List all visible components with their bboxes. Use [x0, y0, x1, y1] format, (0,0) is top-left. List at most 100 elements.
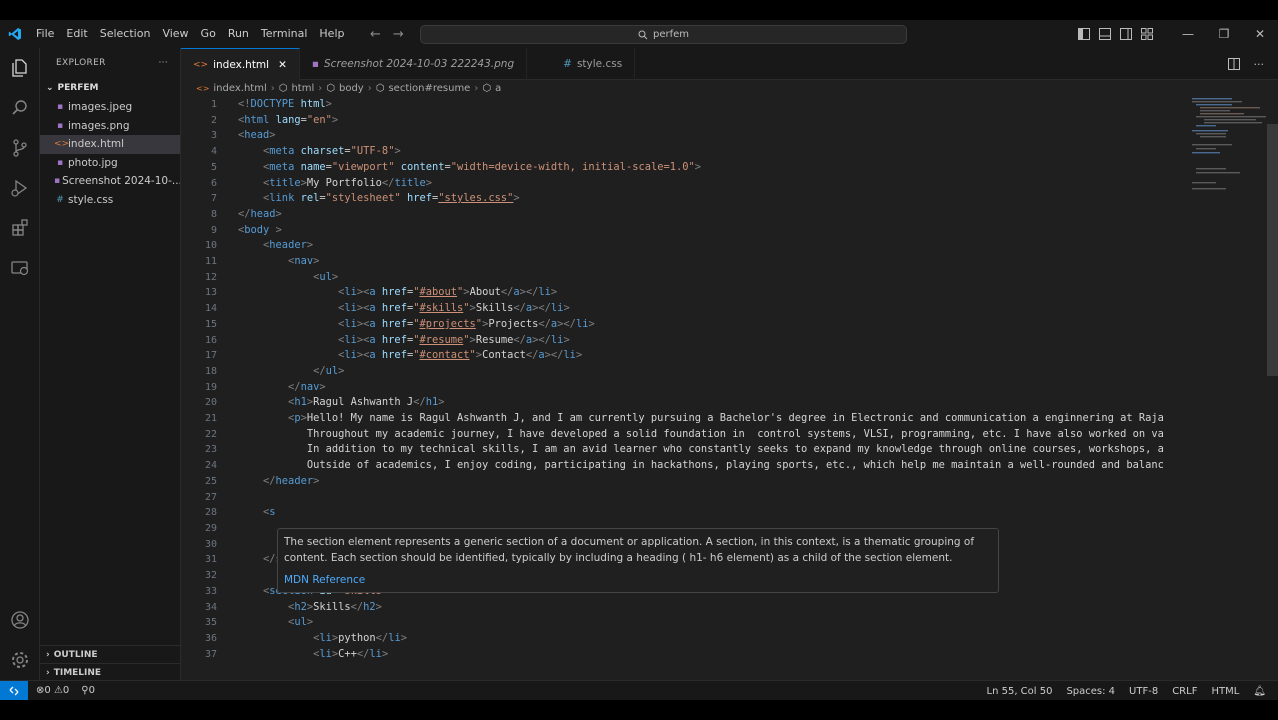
source-control-icon[interactable] — [8, 136, 32, 160]
minimap[interactable] — [1186, 96, 1266, 680]
line-number: 27 — [204, 491, 217, 503]
line-number: 31 — [204, 554, 217, 566]
toggle-secondary-sidebar-icon[interactable] — [1120, 28, 1132, 40]
breadcrumb-item[interactable]: a — [495, 83, 501, 94]
split-editor-icon[interactable] — [1227, 58, 1240, 70]
explorer-files-icon[interactable] — [8, 56, 32, 80]
chevron-right-icon: › — [270, 82, 275, 94]
chevron-right-icon: › — [46, 667, 50, 678]
line-number: 23 — [204, 444, 217, 456]
problems-indicator[interactable]: ⊗0 ⚠0 — [36, 685, 69, 696]
menu-file[interactable]: File — [30, 20, 60, 48]
file-label: photo.jpg — [68, 156, 118, 169]
line-number: 8 — [210, 208, 217, 220]
explorer-title: EXPLORER — [56, 58, 106, 68]
tab-label: Screenshot 2024-10-03 222243.png — [324, 58, 515, 70]
explorer-sidebar: EXPLORER ··· ⌄ PERFEM ▪ images.jpeg ▪ imag… — [40, 48, 181, 680]
back-arrow-icon[interactable]: ← — [370, 27, 381, 42]
close-window-icon[interactable]: ✕ — [1242, 27, 1278, 41]
status-right: Ln 55, Col 50 Spaces: 4 UTF-8 CRLF HTML … — [987, 681, 1267, 700]
menu-selection[interactable]: Selection — [94, 20, 157, 48]
outline-label: OUTLINE — [53, 649, 98, 660]
customize-layout-icon[interactable] — [1141, 28, 1153, 40]
settings-gear-icon[interactable] — [8, 648, 32, 672]
vscode-logo-icon — [0, 20, 30, 48]
line-number: 21 — [204, 413, 217, 425]
vertical-scrollbar[interactable] — [1267, 96, 1278, 680]
folder-perfem[interactable]: ⌄ PERFEM — [40, 78, 180, 98]
menu-run[interactable]: Run — [222, 20, 255, 48]
line-number: 13 — [204, 287, 217, 299]
breadcrumb-item[interactable]: index.html — [213, 83, 266, 94]
tab-index-html[interactable]: <> index.html ✕ — [181, 48, 300, 80]
line-number: 22 — [204, 428, 217, 440]
timeline-section[interactable]: › TIMELINE — [40, 663, 181, 681]
end-of-line[interactable]: CRLF — [1172, 686, 1197, 697]
menu-edit[interactable]: Edit — [60, 20, 93, 48]
code-editor[interactable]: 1 2 3 4 5 6 7 8 9 10 11 12 13 14 15 16 17 18 19 20 21 22 23 24 2… — [181, 96, 1186, 680]
element-icon: ⬡ — [278, 82, 288, 94]
toggle-panel-icon[interactable] — [1099, 28, 1111, 40]
css-file-icon: # — [56, 194, 64, 205]
file-style-css[interactable]: # style.css — [40, 191, 180, 210]
line-number: 36 — [204, 632, 217, 644]
line-number: 12 — [204, 271, 217, 283]
account-icon[interactable] — [8, 608, 32, 632]
command-center-search[interactable]: perfem — [420, 25, 907, 44]
remote-explorer-icon[interactable] — [8, 256, 32, 280]
restore-icon[interactable]: ❐ — [1206, 27, 1242, 41]
line-number: 7 — [210, 193, 217, 205]
close-icon[interactable]: ✕ — [278, 59, 287, 71]
remote-indicator-icon[interactable] — [0, 680, 28, 700]
mdn-reference-link[interactable]: MDN Reference — [284, 572, 992, 588]
line-number: 33 — [204, 585, 217, 597]
line-number: 34 — [204, 601, 217, 613]
line-number: 9 — [210, 224, 217, 236]
title-bar: File Edit Selection View Go Run Terminal… — [0, 20, 1278, 48]
status-left: ⊗0 ⚠0 ⚲0 — [36, 685, 95, 696]
search-view-icon[interactable] — [8, 96, 32, 120]
run-debug-icon[interactable] — [8, 176, 32, 200]
menu-view[interactable]: View — [156, 20, 194, 48]
file-photo-jpg[interactable]: ▪ photo.jpg — [40, 154, 180, 173]
breadcrumb-item[interactable]: body — [339, 83, 364, 94]
file-images-jpeg[interactable]: ▪ images.jpeg — [40, 98, 180, 117]
navigation-arrows: ← → — [370, 20, 404, 48]
scrollbar-thumb[interactable] — [1267, 124, 1278, 376]
line-number: 37 — [204, 648, 217, 660]
image-file-icon: ▪ — [311, 58, 320, 70]
more-actions-icon[interactable]: ··· — [1254, 58, 1265, 71]
breadcrumb-item[interactable]: html — [291, 83, 314, 94]
file-label: style.css — [68, 193, 114, 206]
tab-style-css[interactable]: # style.css — [527, 48, 636, 80]
notifications-bell-icon[interactable]: 🔔︎ — [1253, 686, 1266, 697]
cursor-position[interactable]: Ln 55, Col 50 — [987, 686, 1053, 697]
ports-count: 0 — [88, 685, 95, 696]
language-mode[interactable]: HTML — [1211, 686, 1239, 697]
line-number: 19 — [204, 381, 217, 393]
indentation[interactable]: Spaces: 4 — [1066, 686, 1115, 697]
activity-bar — [0, 48, 40, 680]
html-file-icon: <> — [193, 59, 209, 70]
minimize-icon[interactable]: — — [1170, 27, 1206, 41]
file-images-png[interactable]: ▪ images.png — [40, 117, 180, 136]
tab-screenshot[interactable]: ▪ Screenshot 2024-10-03 222243.png — [300, 48, 528, 80]
menu-help[interactable]: Help — [313, 20, 350, 48]
menu-terminal[interactable]: Terminal — [255, 20, 314, 48]
file-screenshot[interactable]: ▪ Screenshot 2024-10-... — [40, 172, 180, 191]
file-label: Screenshot 2024-10-... — [62, 175, 180, 188]
ports-indicator[interactable]: ⚲0 — [81, 685, 95, 696]
toggle-sidebar-icon[interactable] — [1078, 28, 1090, 40]
outline-section[interactable]: › OUTLINE — [40, 645, 181, 663]
encoding[interactable]: UTF-8 — [1129, 686, 1158, 697]
code-paragraph-line: Hello! My name is Ragul Ashwanth J, and … — [306, 412, 1164, 425]
line-number: 6 — [210, 177, 217, 189]
more-actions-icon[interactable]: ··· — [159, 58, 168, 68]
file-index-html[interactable]: <> index.html — [40, 135, 180, 154]
extensions-icon[interactable] — [8, 216, 32, 240]
menu-go[interactable]: Go — [195, 20, 222, 48]
forward-arrow-icon[interactable]: → — [393, 27, 404, 42]
line-number: 30 — [204, 538, 217, 550]
breadcrumb-item[interactable]: section#resume — [388, 83, 470, 94]
vscode-window: File Edit Selection View Go Run Terminal… — [0, 20, 1278, 700]
